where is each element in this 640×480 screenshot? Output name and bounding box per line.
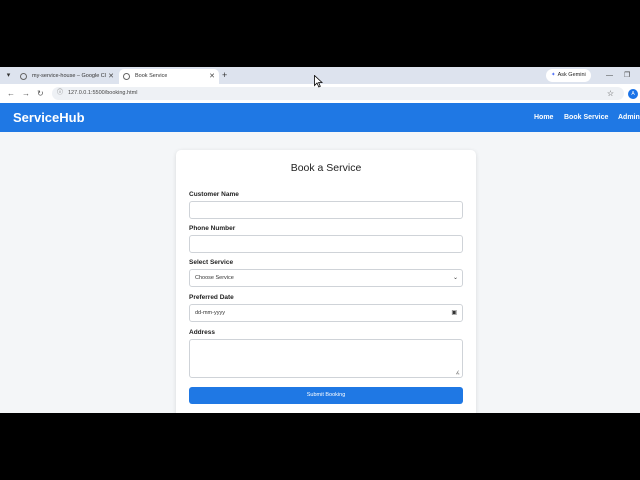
reload-icon[interactable]: ↻ <box>37 87 44 100</box>
nav-home-link[interactable]: Home <box>534 103 553 132</box>
close-icon[interactable]: ✕ <box>108 69 114 84</box>
profile-avatar[interactable]: A <box>628 89 638 99</box>
tab-search-icon[interactable]: ▾ <box>3 70 14 81</box>
globe-icon <box>123 73 130 80</box>
date-placeholder: dd-mm-yyyy <box>195 310 225 316</box>
bookmark-star-icon[interactable]: ☆ <box>607 87 614 100</box>
nav-book-service-link[interactable]: Book Service <box>564 103 608 132</box>
brand-logo[interactable]: ServiceHub <box>13 103 85 132</box>
nav-admin-link[interactable]: Admin <box>618 103 640 132</box>
phone-number-input[interactable] <box>189 235 463 253</box>
tab-book-service[interactable]: Book Service ✕ <box>119 69 219 84</box>
form-title: Book a Service <box>290 162 362 174</box>
maximize-icon[interactable]: ❐ <box>624 69 630 82</box>
select-service-label: Select Service <box>189 259 234 266</box>
resize-handle-icon[interactable]: ∡ <box>456 370 460 376</box>
tab-title: Book Service <box>135 73 168 79</box>
mouse-cursor-icon <box>314 75 323 88</box>
new-tab-button[interactable]: + <box>222 69 227 82</box>
preferred-date-input[interactable]: dd-mm-yyyy ▣ <box>189 304 463 322</box>
service-select-value: Choose Service <box>195 275 234 281</box>
address-textarea[interactable]: ∡ <box>189 339 463 378</box>
address-bar[interactable]: ⓘ 127.0.0.1:5500/booking.html ☆ <box>52 87 624 100</box>
service-select[interactable]: Choose Service ⌄ <box>189 269 463 287</box>
tab-title: my-service-house – Google Cl <box>32 73 106 79</box>
address-label: Address <box>189 329 216 336</box>
site-info-icon[interactable]: ⓘ <box>57 87 63 100</box>
minimize-icon[interactable]: — <box>606 69 613 82</box>
customer-name-input[interactable] <box>189 201 463 219</box>
customer-name-label: Customer Name <box>189 191 239 198</box>
browser-window: ▾ my-service-house – Google Cl ✕ Book Se… <box>0 67 640 413</box>
booking-form-card: Book a Service Customer Name Phone Numbe… <box>176 150 476 413</box>
close-icon[interactable]: ✕ <box>209 69 215 84</box>
calendar-icon[interactable]: ▣ <box>451 305 457 321</box>
tab-my-service-house[interactable]: my-service-house – Google Cl ✕ <box>16 69 118 84</box>
back-arrow-icon[interactable]: ← <box>7 87 15 100</box>
chevron-down-icon: ⌄ <box>452 275 458 281</box>
app-navbar: ServiceHub Home Book Service Admin <box>0 103 640 132</box>
preferred-date-label: Preferred Date <box>189 294 234 301</box>
phone-number-label: Phone Number <box>189 225 236 232</box>
url-text[interactable]: 127.0.0.1:5500/booking.html <box>68 87 137 100</box>
submit-booking-button[interactable]: Submit Booking <box>189 387 463 404</box>
globe-icon <box>20 73 27 80</box>
forward-arrow-icon[interactable]: → <box>22 87 30 100</box>
sparkle-icon: ✦ <box>551 72 556 78</box>
page-content: ServiceHub Home Book Service Admin Book … <box>0 103 640 413</box>
ask-gemini-label: Ask Gemini <box>557 72 586 78</box>
ask-gemini-button[interactable]: ✦ Ask Gemini <box>546 69 591 82</box>
